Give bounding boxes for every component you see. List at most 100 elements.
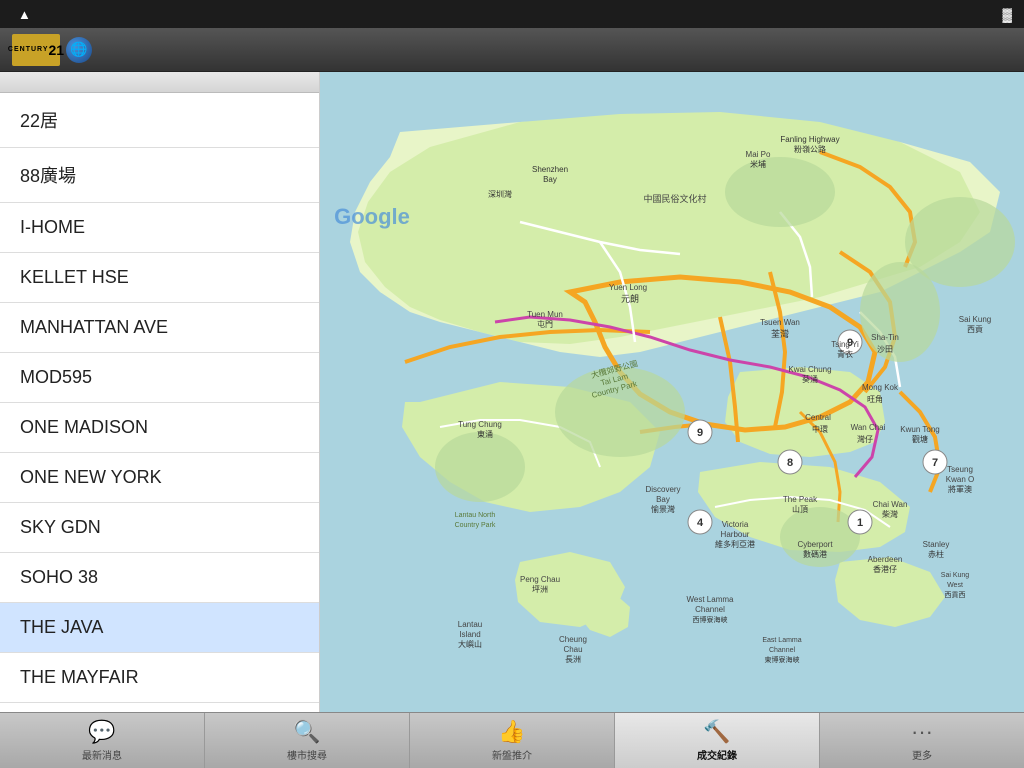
svg-text:Cheung: Cheung bbox=[559, 635, 587, 644]
list-item[interactable]: KELLET HSE bbox=[0, 253, 319, 303]
svg-text:Tuen Mun: Tuen Mun bbox=[527, 310, 563, 319]
svg-text:沙田: 沙田 bbox=[877, 345, 893, 354]
svg-text:觀塘: 觀塘 bbox=[912, 434, 928, 444]
svg-text:Tsuen Wan: Tsuen Wan bbox=[760, 318, 800, 327]
svg-text:東博寮海峽: 東博寮海峽 bbox=[765, 655, 800, 664]
svg-text:Aberdeen: Aberdeen bbox=[868, 555, 903, 564]
tab-item-1[interactable]: 🔍 樓市搜尋 bbox=[205, 713, 410, 768]
svg-text:Bay: Bay bbox=[543, 175, 557, 184]
tab-icon-0: 💬 bbox=[88, 719, 115, 745]
svg-text:米埔: 米埔 bbox=[750, 159, 766, 169]
svg-text:山頂: 山頂 bbox=[792, 504, 808, 514]
tab-icon-1: 🔍 bbox=[293, 719, 320, 745]
svg-text:Tseung: Tseung bbox=[947, 465, 973, 474]
tab-icon-3: 🔨 bbox=[703, 719, 730, 745]
svg-text:大嶼山: 大嶼山 bbox=[458, 639, 482, 649]
svg-text:灣仔: 灣仔 bbox=[857, 434, 873, 444]
svg-text:Harbour: Harbour bbox=[721, 530, 750, 539]
sidebar: 22居88廣場I-HOMEKELLET HSEMANHATTAN AVEMOD5… bbox=[0, 72, 320, 712]
svg-text:Yuen Long: Yuen Long bbox=[609, 283, 647, 292]
tab-icon-2: 👍 bbox=[498, 719, 525, 745]
status-right: ▓ bbox=[997, 7, 1012, 22]
svg-text:1: 1 bbox=[857, 517, 863, 529]
list-item[interactable]: SOHO 38 bbox=[0, 553, 319, 603]
svg-text:Sai Kung: Sai Kung bbox=[959, 315, 991, 324]
svg-text:Lantau North: Lantau North bbox=[455, 512, 496, 519]
svg-text:Shenzhen: Shenzhen bbox=[532, 165, 568, 174]
tab-item-2[interactable]: 👍新盤推介 bbox=[410, 713, 615, 768]
app-header: CENTURY 21 🌐 bbox=[0, 28, 1024, 72]
svg-text:7: 7 bbox=[932, 457, 938, 469]
status-left: ▲ bbox=[12, 7, 31, 22]
svg-text:Google: Google bbox=[334, 204, 410, 229]
svg-text:愉景灣: 愉景灣 bbox=[651, 504, 675, 514]
svg-text:Wan Chai: Wan Chai bbox=[851, 423, 886, 432]
svg-text:柴灣: 柴灣 bbox=[882, 509, 898, 519]
svg-text:Peng Chau: Peng Chau bbox=[520, 575, 560, 584]
svg-text:Central: Central bbox=[805, 413, 831, 422]
svg-text:Channel: Channel bbox=[769, 647, 796, 654]
list-item[interactable]: MOD595 bbox=[0, 353, 319, 403]
list-item[interactable]: 88廣場 bbox=[0, 148, 319, 203]
list-item[interactable]: MANHATTAN AVE bbox=[0, 303, 319, 353]
list-item[interactable]: Y.I. bbox=[0, 703, 319, 712]
svg-text:Channel: Channel bbox=[695, 605, 725, 614]
svg-text:Tung Chung: Tung Chung bbox=[458, 420, 502, 429]
svg-text:Kwan O: Kwan O bbox=[946, 475, 974, 484]
logo-container: CENTURY 21 🌐 bbox=[12, 34, 98, 66]
svg-text:9: 9 bbox=[697, 427, 703, 439]
tab-label-3: 成交紀錄 bbox=[697, 747, 737, 762]
svg-text:中國民俗文化村: 中國民俗文化村 bbox=[643, 193, 706, 204]
svg-text:Kwun Tong: Kwun Tong bbox=[900, 425, 939, 434]
svg-text:屯門: 屯門 bbox=[537, 319, 553, 329]
tab-icon-4: ··· bbox=[911, 719, 933, 745]
svg-text:將軍澳: 將軍澳 bbox=[948, 484, 972, 494]
svg-text:Victoria: Victoria bbox=[722, 520, 749, 529]
svg-text:坪洲: 坪洲 bbox=[532, 585, 548, 594]
tab-item-3[interactable]: 🔨 成交紀錄 bbox=[615, 713, 820, 768]
list-item[interactable]: THE JAVA bbox=[0, 603, 319, 653]
tab-label-1: 樓市搜尋 bbox=[287, 747, 327, 762]
svg-text:West: West bbox=[947, 582, 963, 589]
svg-text:Island: Island bbox=[459, 630, 480, 639]
svg-text:Stanley: Stanley bbox=[923, 540, 950, 549]
svg-text:維多利亞港: 維多利亞港 bbox=[715, 539, 755, 549]
battery-icon: ▓ bbox=[1003, 7, 1012, 22]
svg-text:Discovery: Discovery bbox=[645, 485, 680, 494]
svg-text:Fanling Highway: Fanling Highway bbox=[780, 135, 839, 144]
svg-text:The Peak: The Peak bbox=[783, 495, 818, 504]
svg-text:Chai Wan: Chai Wan bbox=[873, 500, 908, 509]
list-item[interactable]: ONE NEW YORK bbox=[0, 453, 319, 503]
svg-text:East Lamma: East Lamma bbox=[762, 637, 801, 644]
svg-text:West Lamma: West Lamma bbox=[687, 595, 735, 604]
tab-item-4[interactable]: ··· 更多 bbox=[820, 713, 1024, 768]
list-item[interactable]: ONE MADISON bbox=[0, 403, 319, 453]
svg-text:荃灣: 荃灣 bbox=[771, 328, 789, 339]
svg-text:Mong Kok: Mong Kok bbox=[862, 383, 899, 392]
svg-text:Mai Po: Mai Po bbox=[746, 150, 771, 159]
list-item[interactable]: THE MAYFAIR bbox=[0, 653, 319, 703]
map-area[interactable]: 9 9 8 4 1 7 中國民俗文化村 Shenzhen Bay 深圳灣 Fan… bbox=[320, 72, 1024, 712]
svg-text:東涌: 東涌 bbox=[477, 429, 493, 439]
svg-text:旺角: 旺角 bbox=[867, 394, 883, 404]
svg-text:西貢: 西貢 bbox=[967, 325, 983, 334]
sidebar-title bbox=[0, 72, 319, 93]
tab-label-4: 更多 bbox=[912, 747, 932, 762]
svg-text:Sha-Tin: Sha-Tin bbox=[871, 333, 899, 342]
list-item[interactable]: SKY GDN bbox=[0, 503, 319, 553]
svg-text:4: 4 bbox=[697, 517, 704, 529]
list-item[interactable]: 22居 bbox=[0, 93, 319, 148]
svg-text:粉嶺公路: 粉嶺公路 bbox=[794, 144, 826, 154]
tab-bar: 💬 最新消息 🔍 樓市搜尋 👍新盤推介 🔨 成交紀錄 ··· 更多 bbox=[0, 712, 1024, 768]
svg-text:深圳灣: 深圳灣 bbox=[488, 189, 512, 199]
svg-text:Sai Kung: Sai Kung bbox=[941, 572, 970, 579]
svg-text:8: 8 bbox=[787, 457, 793, 469]
tab-label-0: 最新消息 bbox=[82, 747, 122, 762]
svg-text:數碼港: 數碼港 bbox=[803, 549, 827, 559]
wifi-icon: ▲ bbox=[18, 7, 31, 22]
svg-text:西博寮海峽: 西博寮海峽 bbox=[693, 615, 728, 624]
tab-item-0[interactable]: 💬 最新消息 bbox=[0, 713, 205, 768]
list-item[interactable]: I-HOME bbox=[0, 203, 319, 253]
status-bar: ▲ ▓ bbox=[0, 0, 1024, 28]
svg-text:Chau: Chau bbox=[563, 645, 582, 654]
